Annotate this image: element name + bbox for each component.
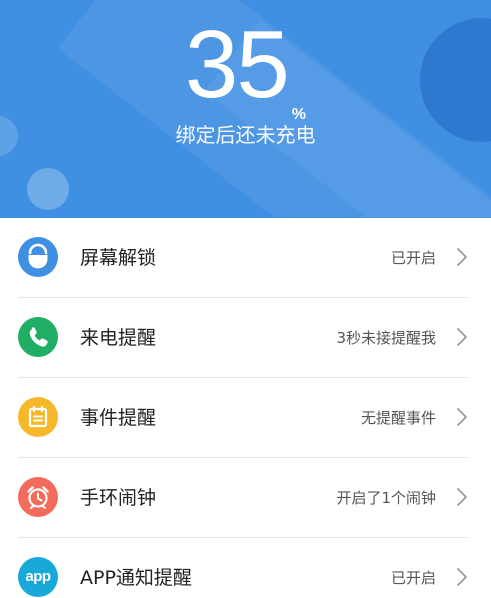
settings-item-value: 已开启 [390,249,436,267]
alarm-clock-icon [18,477,58,517]
band-settings-page: 35% 绑定后还未充电 屏幕解锁 已开启 来电提醒 3秒未接提醒我 事件提醒 无… [0,0,491,598]
chevron-right-icon [457,568,467,586]
settings-item-call-reminder[interactable]: 来电提醒 3秒未接提醒我 [0,298,491,378]
settings-item-value: 已开启 [390,569,436,587]
settings-item-screen-unlock[interactable]: 屏幕解锁 已开启 [0,218,491,298]
charging-status: 绑定后还未充电 [175,123,316,147]
battery-percent-sign: % [291,106,306,123]
settings-item-label: 手环闹钟 [80,487,157,509]
phone-icon [18,317,58,357]
battery-header: 35% 绑定后还未充电 [0,0,491,218]
settings-item-value: 3秒未接提醒我 [336,329,436,347]
unlock-icon [18,237,58,277]
settings-item-value: 开启了1个闹钟 [336,489,436,507]
chevron-right-icon [457,488,467,506]
settings-item-value: 无提醒事件 [360,409,436,427]
settings-item-label: APP通知提醒 [80,567,192,589]
chevron-right-icon [457,248,467,266]
settings-item-label: 事件提醒 [80,407,157,429]
calendar-icon [18,397,58,437]
settings-item-app-notification[interactable]: app APP通知提醒 已开启 [0,538,491,598]
chevron-right-icon [457,408,467,426]
settings-item-label: 屏幕解锁 [80,247,157,269]
app-icon-text: app [25,568,51,585]
settings-item-label: 来电提醒 [80,327,157,349]
settings-list: 屏幕解锁 已开启 来电提醒 3秒未接提醒我 事件提醒 无提醒事件 手环闹钟 开启… [0,218,491,598]
header-decoration-circle-small [27,168,69,210]
battery-level: 35% [0,10,491,124]
settings-item-event-reminder[interactable]: 事件提醒 无提醒事件 [0,378,491,458]
chevron-right-icon [457,328,467,346]
battery-percentage: 35 [184,11,290,118]
settings-item-band-alarm[interactable]: 手环闹钟 开启了1个闹钟 [0,458,491,538]
app-icon: app [18,557,58,597]
